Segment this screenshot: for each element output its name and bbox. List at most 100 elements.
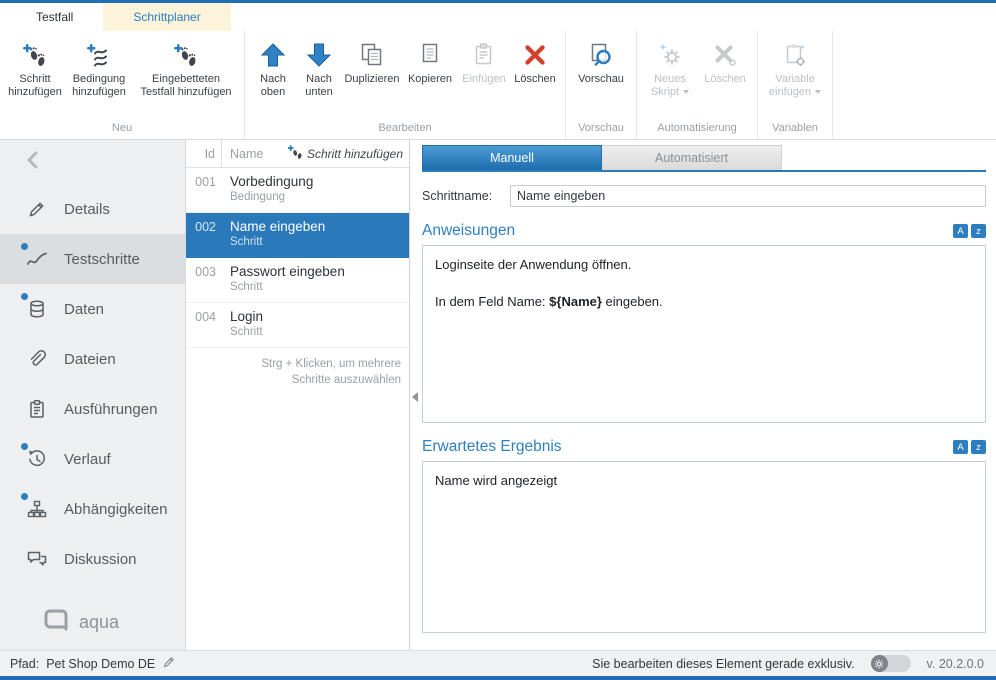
ribbon-group-label-variablen: Variablen <box>763 118 827 137</box>
step-list: Id Name Schritt hinzufügen 001 Vorbeding… <box>186 140 410 650</box>
splitter-collapse-icon[interactable] <box>412 392 418 402</box>
aqua-logo-icon <box>44 609 70 636</box>
tab-testfall[interactable]: Testfall <box>6 3 103 31</box>
sidebar-collapse-button[interactable] <box>0 140 185 184</box>
exclusive-lock-message: Sie bearbeiten dieses Element gerade exk… <box>592 657 854 671</box>
hierarchy-icon <box>26 499 48 519</box>
paste-button: Einfügen <box>459 36 509 88</box>
tab-automatisiert[interactable]: Automatisiert <box>602 145 782 170</box>
badge-dot <box>21 443 28 450</box>
edit-path-icon[interactable] <box>162 655 176 672</box>
step-name: Login <box>230 309 263 324</box>
sort-za-icon[interactable]: z <box>971 224 986 238</box>
add-condition-label: Bedingung hinzufügen <box>67 73 131 99</box>
paste-label: Einfügen <box>462 73 505 86</box>
step-list-header: Id Name Schritt hinzufügen <box>186 140 409 168</box>
copy-button[interactable]: Kopieren <box>403 36 457 88</box>
new-script-button: Neues Skript <box>643 36 697 101</box>
sort-za-icon[interactable]: z <box>971 440 986 454</box>
path-value[interactable]: Pet Shop Demo DE <box>46 657 155 671</box>
new-script-label: Neues Skript <box>651 73 686 98</box>
step-type: Bedingung <box>230 191 313 203</box>
add-step-small-icon <box>287 144 303 163</box>
duplicate-label: Duplizieren <box>344 73 399 86</box>
move-up-label: Nach oben <box>252 73 294 99</box>
multi-select-hint: Strg + Klicken, um mehrere Schritte ausz… <box>186 348 409 388</box>
badge-dot <box>21 293 28 300</box>
path-container: Pfad: Pet Shop Demo DE <box>10 655 176 672</box>
sidebar-item-testschritte[interactable]: Testschritte <box>0 234 185 284</box>
add-step-link[interactable]: Schritt hinzufügen <box>287 144 409 163</box>
sidebar: Details Testschritte Daten <box>0 140 186 650</box>
ribbon-group-label-vorschau: Vorschau <box>571 118 631 137</box>
ribbon-group-label-bearbeiten: Bearbeiten <box>250 118 560 137</box>
step-row-selected[interactable]: 002 Name eingeben Schritt <box>186 213 409 258</box>
sidebar-item-dateien[interactable]: Dateien <box>0 334 185 384</box>
paperclip-icon <box>26 349 48 369</box>
instructions-line-2: In dem Feld Name: ${Name} eingeben. <box>435 293 973 312</box>
add-embedded-testcase-button[interactable]: Eingebetteten Testfall hinzufügen <box>134 36 238 101</box>
ribbon-group-neu: Schritt hinzufügen Bedingung hinzufügen … <box>0 31 245 139</box>
add-step-icon <box>21 38 49 71</box>
delete-button[interactable]: Löschen <box>511 36 559 88</box>
automation-delete-button: Löschen <box>699 36 751 88</box>
settings-toggle[interactable] <box>871 655 911 672</box>
sort-az-icon[interactable]: A <box>953 224 968 238</box>
ribbon-filler <box>833 31 996 139</box>
expected-result-textarea[interactable]: Name wird angezeigt <box>422 461 986 633</box>
instructions-textarea[interactable]: Loginseite der Anwendung öffnen. In dem … <box>422 245 986 423</box>
expected-result-header: Erwartetes Ergebnis A z <box>422 438 986 456</box>
sidebar-item-daten[interactable]: Daten <box>0 284 185 334</box>
move-down-icon <box>305 38 333 71</box>
move-down-label: Nach unten <box>298 73 340 99</box>
step-row[interactable]: 003 Passwort eingeben Schritt <box>186 258 409 303</box>
status-right-group: Sie bearbeiten dieses Element gerade exk… <box>592 655 986 672</box>
move-down-button[interactable]: Nach unten <box>297 36 341 101</box>
column-header-id: Id <box>186 140 222 167</box>
move-up-button[interactable]: Nach oben <box>251 36 295 101</box>
aqua-logo: aqua <box>44 609 119 636</box>
sidebar-item-label: Abhängigkeiten <box>64 501 167 518</box>
preview-button[interactable]: Vorschau <box>572 36 630 88</box>
move-up-icon <box>259 38 287 71</box>
add-embedded-testcase-icon <box>172 38 200 71</box>
tab-schrittplaner[interactable]: Schrittplaner <box>103 3 230 31</box>
sidebar-item-ausfuehrungen[interactable]: Ausführungen <box>0 384 185 434</box>
insert-variable-label: Variable einfügen <box>769 73 815 98</box>
sidebar-item-abhaengigkeiten[interactable]: Abhängigkeiten <box>0 484 185 534</box>
sidebar-item-diskussion[interactable]: Diskussion <box>0 534 185 584</box>
step-type: Schritt <box>230 236 325 248</box>
tab-manuell[interactable]: Manuell <box>422 145 602 170</box>
main-content: Details Testschritte Daten <box>0 140 996 650</box>
duplicate-button[interactable]: Duplizieren <box>343 36 401 88</box>
sidebar-item-details[interactable]: Details <box>0 184 185 234</box>
automation-delete-label: Löschen <box>704 73 746 86</box>
step-name: Passwort eingeben <box>230 264 345 279</box>
blank-line <box>435 275 973 293</box>
sidebar-item-verlauf[interactable]: Verlauf <box>0 434 185 484</box>
sidebar-item-label: Details <box>64 201 110 218</box>
bottom-accent-stripe <box>0 676 996 680</box>
step-name-input[interactable] <box>510 185 986 207</box>
add-condition-button[interactable]: Bedingung hinzufügen <box>66 36 132 101</box>
history-icon <box>26 449 48 469</box>
chevron-down-icon <box>815 90 821 94</box>
sort-az-icon[interactable]: A <box>953 440 968 454</box>
add-condition-icon <box>85 38 113 71</box>
step-row[interactable]: 001 Vorbedingung Bedingung <box>186 168 409 213</box>
step-row[interactable]: 004 Login Schritt <box>186 303 409 348</box>
step-id: 002 <box>186 213 222 257</box>
add-step-button[interactable]: Schritt hinzufügen <box>6 36 64 101</box>
step-editor-panel: Manuell Automatisiert Schrittname: Anwei… <box>410 140 996 650</box>
delete-icon <box>522 38 548 71</box>
badge-dot <box>21 493 28 500</box>
expected-result-title: Erwartetes Ergebnis <box>422 438 562 456</box>
badge-dot <box>21 243 28 250</box>
aqua-logo-text: aqua <box>79 612 119 633</box>
window-tabbar: Testfall Schrittplaner <box>0 3 996 31</box>
add-step-label: Schritt hinzufügen <box>7 73 63 99</box>
steps-path-icon <box>26 250 48 268</box>
paste-icon <box>470 38 498 71</box>
expected-result-text: Name wird angezeigt <box>435 472 973 491</box>
step-name-label: Schrittname: <box>422 189 510 203</box>
